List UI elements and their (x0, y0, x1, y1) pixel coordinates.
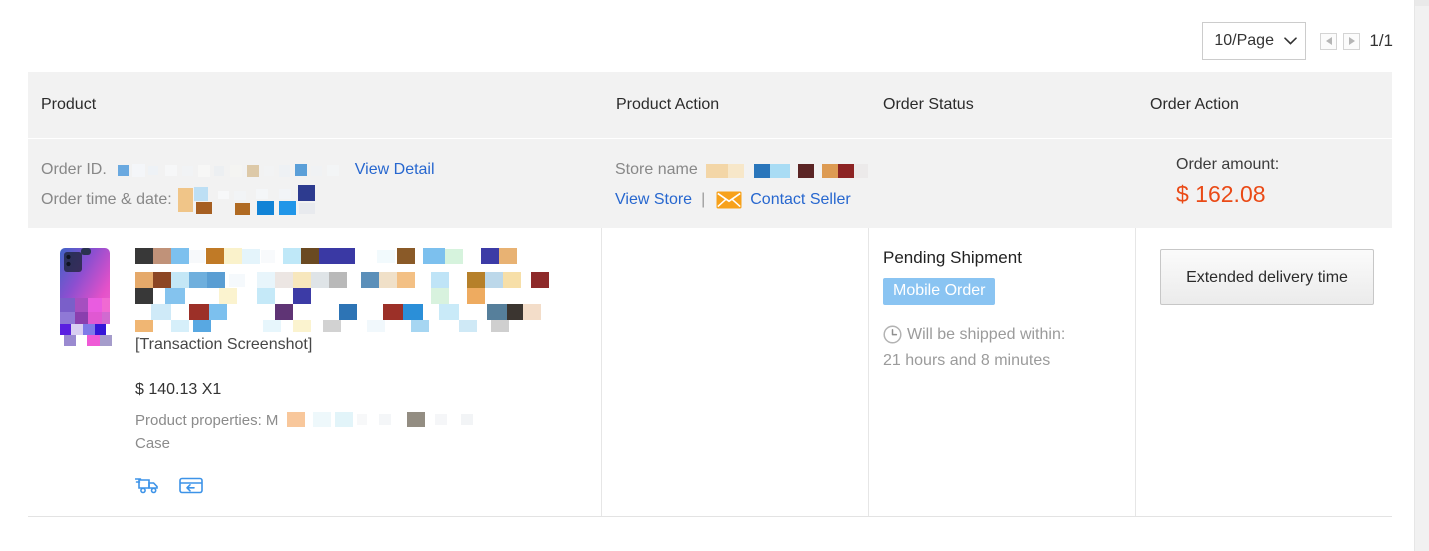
store-name-redacted (705, 162, 868, 179)
chevron-left-icon (1325, 37, 1332, 45)
transaction-screenshot-label: [Transaction Screenshot] (135, 336, 313, 353)
mobile-order-badge: Mobile Order (883, 278, 996, 305)
order-time-redacted (177, 185, 338, 215)
chevron-down-icon (1284, 37, 1297, 45)
order-time-label: Order time & date: (41, 191, 172, 208)
shipping-truck-icon[interactable] (135, 475, 161, 495)
ship-within-label: Will be shipped within: (907, 326, 1066, 343)
page-size-label: 10/Page (1214, 32, 1274, 49)
product-action-cell (602, 228, 869, 516)
order-status-title: Pending Shipment (883, 248, 1022, 267)
product-info: [Transaction Screenshot] $ 140.13 X1 Pro… (135, 246, 601, 516)
scrollbar-thumb[interactable] (1415, 0, 1429, 6)
prev-page-button[interactable] (1320, 32, 1338, 50)
store-actions-line: View Store | Contact Seller (615, 185, 1156, 215)
product-price: $ 140.13 X1 (135, 381, 222, 398)
pager: 1/1 (1320, 31, 1393, 51)
order-amount-label: Order amount: (1176, 156, 1280, 173)
product-properties: Product properties: M Case (135, 409, 555, 455)
column-header-order-status: Order Status (883, 96, 974, 113)
order-action-cell: Extended delivery time (1136, 228, 1392, 516)
order-summary-row: Order ID. View Detail Order time & date:… (28, 138, 1392, 228)
column-header-order-action: Order Action (1150, 96, 1239, 113)
product-properties-suffix: Case (135, 435, 171, 452)
order-time-line: Order time & date: (41, 185, 615, 215)
page-size-select[interactable]: 10/Page (1202, 22, 1307, 60)
return-box-icon[interactable] (178, 475, 204, 495)
service-icons (135, 475, 601, 495)
store-name-label: Store name (615, 161, 698, 178)
chevron-right-icon (1348, 37, 1355, 45)
view-store-link[interactable]: View Store (615, 191, 692, 209)
order-amount-block: Order amount: $ 162.08 (1156, 139, 1392, 228)
thumbnail-mosaic (60, 298, 115, 346)
shipping-countdown: Will be shipped within: 21 hours and 8 m… (883, 322, 1123, 374)
order-list-page: 10/Page 1/1 Product Product Action Order… (0, 0, 1429, 551)
order-id-label: Order ID. (41, 161, 107, 178)
column-header-product-action: Product Action (616, 96, 720, 113)
product-title-redacted (135, 246, 565, 332)
store-name-line: Store name (615, 155, 1156, 185)
link-separator: | (701, 191, 706, 208)
pagination-bar: 10/Page 1/1 (1202, 22, 1393, 60)
order-amount-value: $ 162.08 (1176, 181, 1266, 207)
order-id-redacted (110, 162, 363, 178)
scrollbar-track[interactable] (1414, 0, 1429, 551)
order-item-row: [Transaction Screenshot] $ 140.13 X1 Pro… (28, 228, 1392, 517)
ship-within-value: 21 hours and 8 minutes (883, 352, 1051, 369)
next-page-button[interactable] (1343, 32, 1361, 50)
product-properties-label: Product properties: M (135, 412, 279, 429)
order-id-line: Order ID. View Detail (41, 155, 615, 185)
view-detail-link[interactable]: View Detail (355, 161, 435, 179)
contact-seller-link[interactable]: Contact Seller (750, 191, 851, 209)
table-header-row: Product Product Action Order Status Orde… (28, 72, 1392, 138)
page-indicator: 1/1 (1369, 31, 1393, 50)
order-identity-block: Order ID. View Detail Order time & date: (28, 139, 615, 228)
smartphone-image (60, 248, 115, 346)
extended-delivery-time-button[interactable]: Extended delivery time (1160, 249, 1374, 305)
store-block: Store name View Store | Contact Seller (615, 139, 1156, 228)
envelope-icon (716, 191, 742, 209)
column-header-product: Product (41, 96, 97, 113)
clock-icon (883, 325, 902, 344)
product-cell: [Transaction Screenshot] $ 140.13 X1 Pro… (28, 228, 602, 516)
product-properties-redacted (283, 412, 498, 427)
product-thumbnail[interactable] (51, 246, 119, 346)
order-status-cell: Pending Shipment Mobile Order Will be sh… (869, 228, 1136, 516)
order-table: Product Product Action Order Status Orde… (28, 72, 1392, 517)
